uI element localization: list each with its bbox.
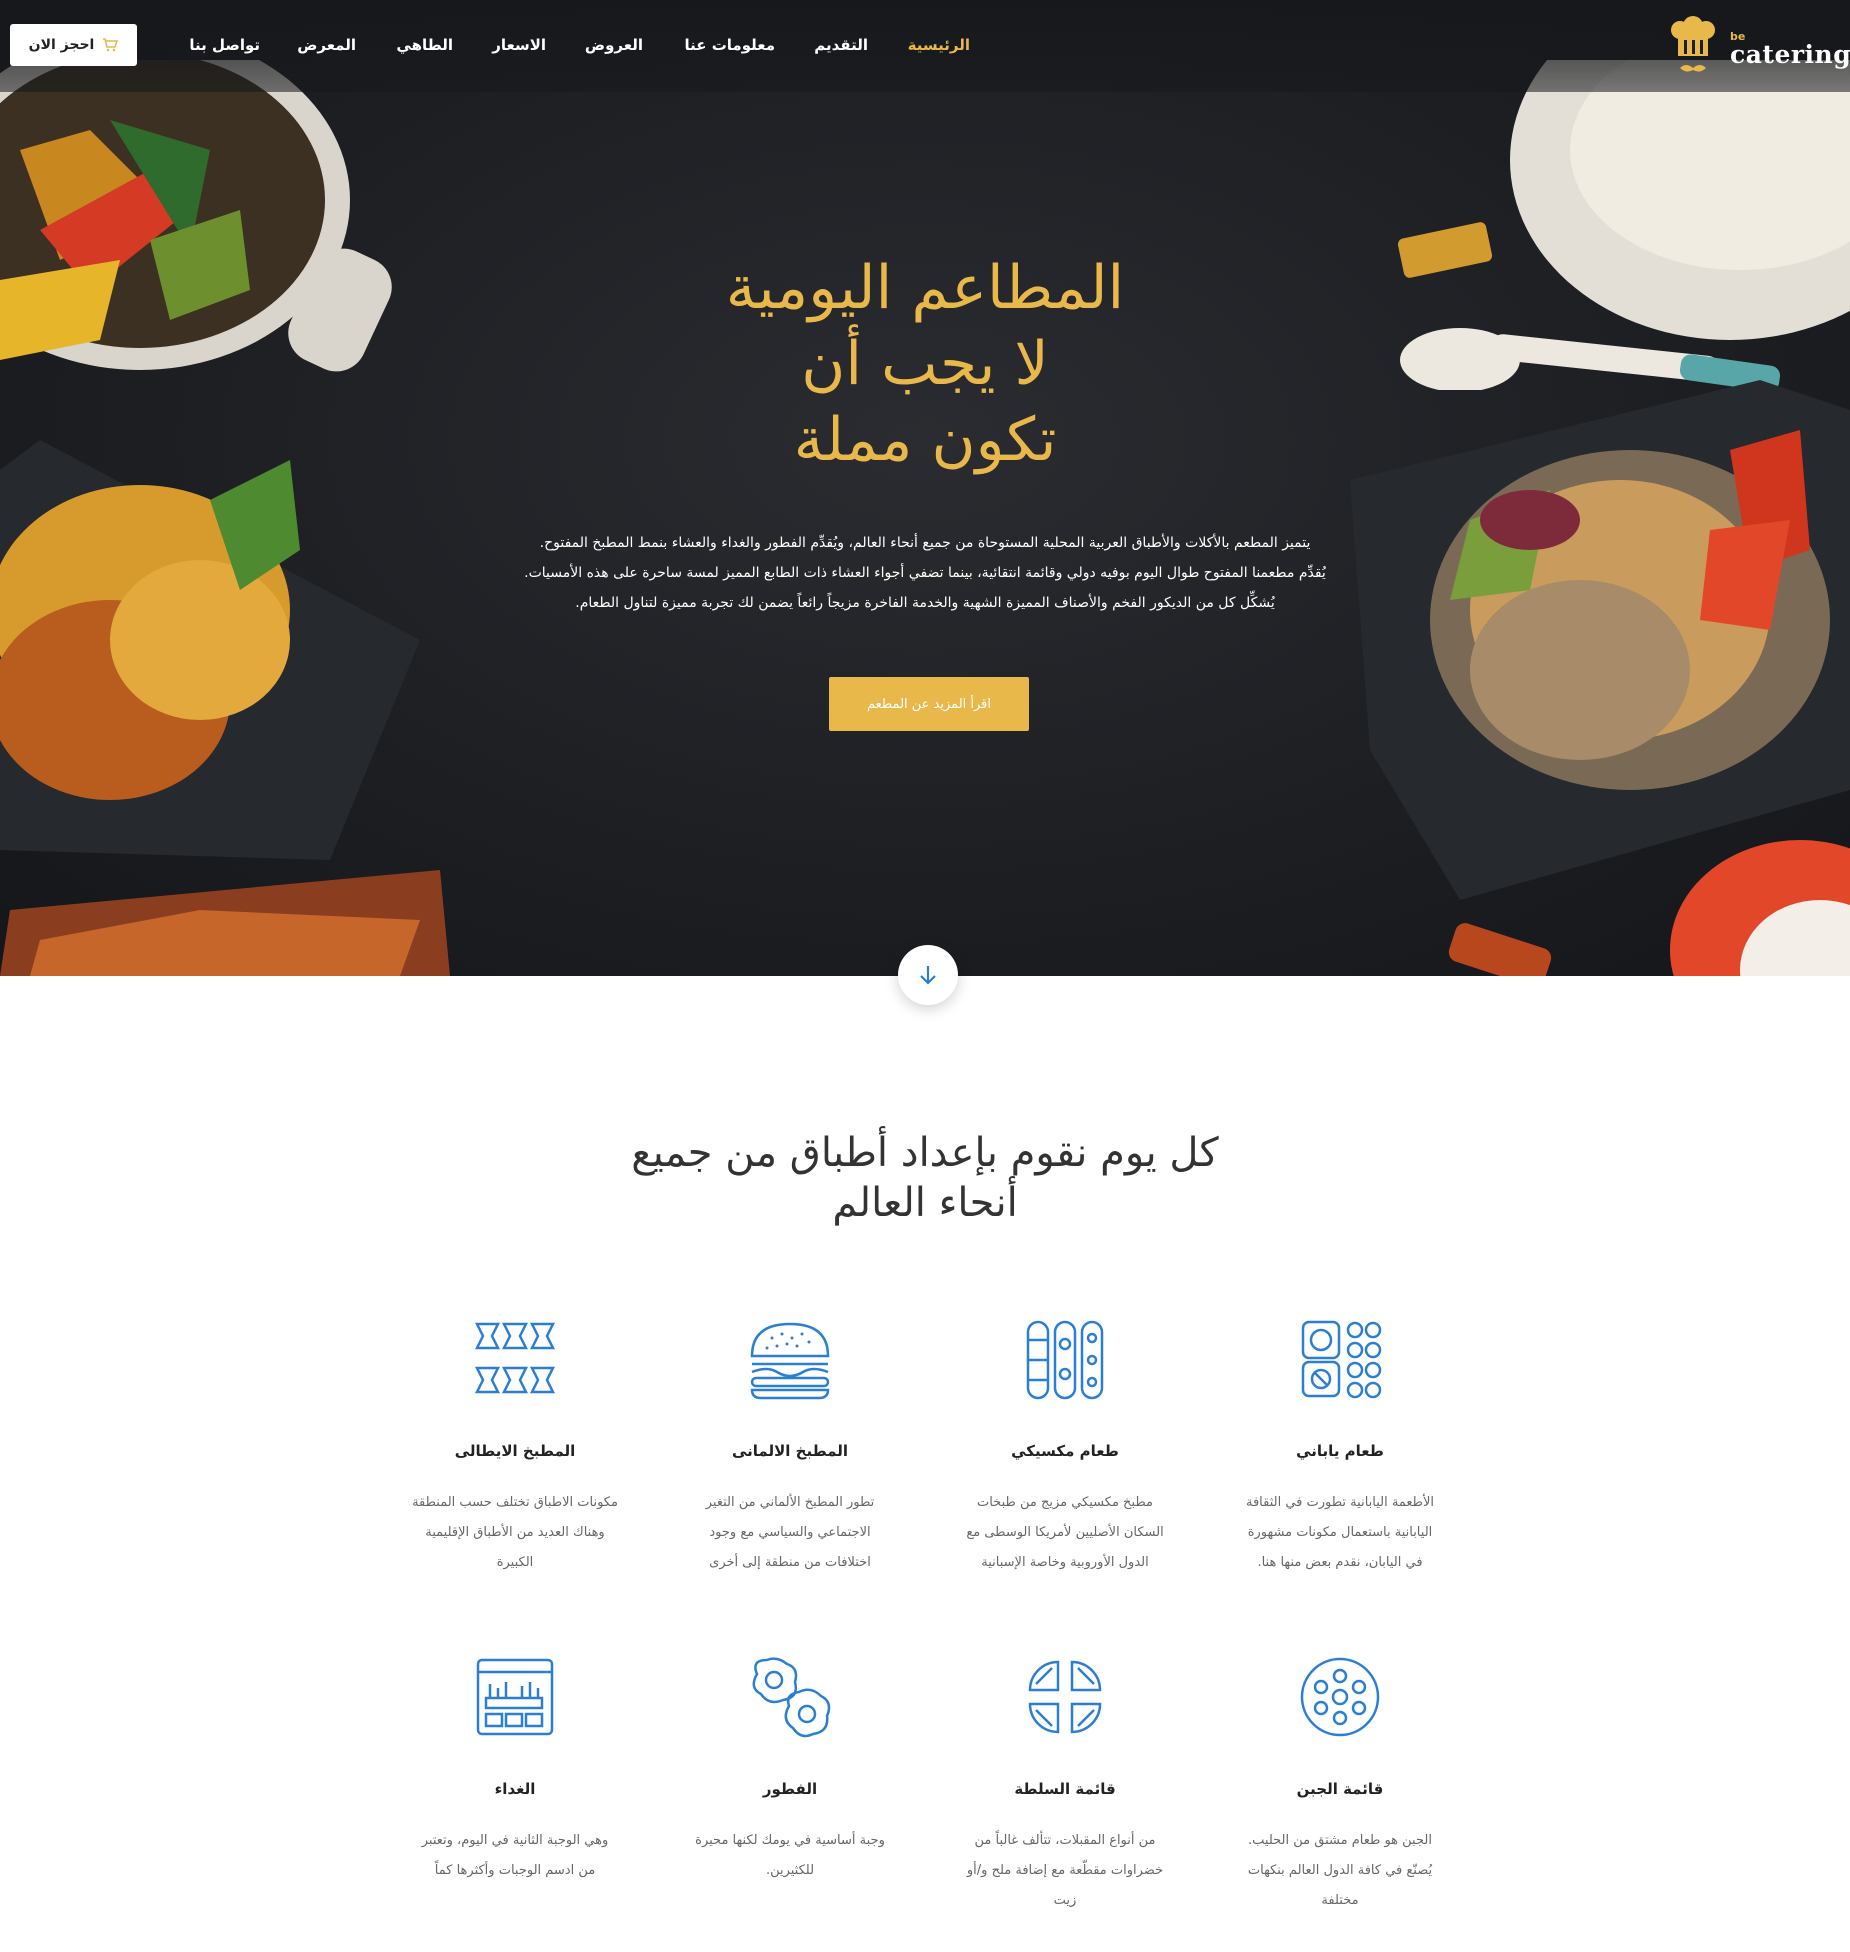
nav-home[interactable]: الرئيسية (908, 36, 970, 54)
hero-text-line: يُشكِّل كل من الديكور الفخم والأصناف الم… (575, 595, 1275, 611)
hero-text-line: يُقدِّم مطعمنا المفتوح طوال اليوم بوفيه … (524, 565, 1326, 581)
nav-prices[interactable]: الاسعار (492, 36, 546, 54)
card-desc-line: في اليابان، نقدم بعض منها هنا. (1257, 1555, 1423, 1570)
card-desc-line: الأطعمة اليابانية تطورت في الثقافة (1246, 1495, 1434, 1510)
menu-card-cheese: قائمة الجبن الجبن هو طعام مشتق من الحليب… (1220, 1654, 1460, 1916)
card-description: من أنواع المقبلات، تتألف غالباً من خضراو… (945, 1826, 1185, 1916)
section-title: كل يوم نقوم بإعداد أطباق من جميع أنحاء ا… (525, 1128, 1325, 1228)
eggs-icon (752, 1657, 831, 1738)
nav-offers[interactable]: العروض (585, 36, 643, 54)
food-image-top-left (0, 60, 392, 372)
nav-services[interactable]: التقديم (814, 36, 868, 54)
section-title-line: أنحاء العالم (832, 1180, 1018, 1226)
card-desc-line: مكونات الاطباق تختلف حسب المنطقة (412, 1495, 618, 1510)
card-title: قائمة الجبن (1296, 1780, 1384, 1798)
hero-title: المطاعم اليومية لا يجب أن تكون مملة (525, 250, 1325, 478)
card-title: الغداء (494, 1780, 536, 1798)
card-desc-line: مطبخ مكسيكي مزيج من طبخات (976, 1495, 1153, 1510)
nav-chef[interactable]: الطاهي (396, 36, 453, 54)
card-desc-line: وهي الوجبة الثانية في اليوم، وتعتبر (421, 1833, 609, 1848)
nav-about[interactable]: معلومات عنا (685, 36, 776, 54)
card-description: مطبخ مكسيكي مزيج من طبخات السكان الأصليي… (945, 1488, 1185, 1578)
card-desc-line: الجبن هو طعام مشتق من الحليب. (1248, 1833, 1432, 1848)
card-description: وجبة أساسية في يومك لكنها محيرة للكثيرين… (670, 1826, 910, 1886)
sushi-icon (1301, 1320, 1382, 1399)
card-title: طعام ياباني (1296, 1442, 1384, 1460)
card-title: المطبخ الايطالى (454, 1442, 576, 1460)
card-desc-line: وهناك العديد من الأطباق الإقليمية (425, 1525, 605, 1540)
card-title: الفطور (762, 1780, 818, 1798)
card-desc-line: الاجتماعي والسياسي مع وجود (709, 1525, 871, 1540)
card-title: المطبخ الالمانى (731, 1442, 849, 1460)
hero-title-line: لا يجب أن (801, 329, 1049, 399)
card-description: الأطعمة اليابانية تطورت في الثقافة الياب… (1220, 1488, 1460, 1578)
book-now-label: احجز الان (28, 37, 95, 53)
arrow-down-icon (920, 966, 936, 985)
logo-brand-text: catering (1730, 40, 1850, 69)
salad-icon (1028, 1660, 1102, 1734)
hero-section: be catering الرئيسية التقديم معلومات عنا… (0, 0, 1850, 976)
card-desc-line: زيت (1053, 1893, 1077, 1908)
card-desc-line: اليابانية باستعمال مكونات مشهورة (1247, 1525, 1433, 1540)
food-image-bottom-right (1350, 380, 1850, 976)
cuisine-card-italian: المطبخ الايطالى مكونات الاطباق تختلف حسب… (395, 1316, 635, 1578)
cuisine-card-japanese: طعام ياباني الأطعمة اليابانية تطورت في ا… (1220, 1316, 1460, 1578)
brand-logo[interactable]: be catering (1670, 14, 1850, 80)
burger-icon (750, 1322, 830, 1400)
card-title: قائمة السلطة (1014, 1780, 1116, 1798)
lunch-box-icon (476, 1658, 554, 1736)
card-description: مكونات الاطباق تختلف حسب المنطقة وهناك ا… (395, 1488, 635, 1578)
menu-card-breakfast: الفطور وجبة أساسية في يومك لكنها محيرة ل… (670, 1654, 910, 1886)
hero-title-line: المطاعم اليومية (725, 253, 1125, 323)
card-desc-line: وجبة أساسية في يومك لكنها محيرة (695, 1833, 885, 1848)
nav-gallery[interactable]: المعرض (297, 36, 356, 54)
hero-description: يتميز المطعم بالأكلات والأطباق العربية ا… (490, 528, 1360, 618)
cart-icon (103, 38, 119, 52)
card-desc-line: خضراوات مقطّعة مع إضافة ملح و/أو (966, 1863, 1164, 1878)
hero-title-line: تكون مملة (793, 405, 1057, 475)
pasta-icon (474, 1322, 556, 1394)
scroll-down-button[interactable] (898, 945, 958, 1005)
skewers-icon (1026, 1320, 1104, 1400)
card-description: الجبن هو طعام مشتق من الحليب. يُصنّع في … (1220, 1826, 1460, 1916)
cuisine-card-german: المطبخ الالمانى تطور المطبخ الألماني من … (670, 1316, 910, 1578)
card-description: وهي الوجبة الثانية في اليوم، وتعتبر من ا… (395, 1826, 635, 1886)
nav-contact[interactable]: تواصل بنا (189, 36, 260, 54)
card-desc-line: من أنواع المقبلات، تتألف غالباً من (974, 1833, 1156, 1848)
section-title-line: كل يوم نقوم بإعداد أطباق من جميع (631, 1130, 1219, 1176)
card-description: تطور المطبخ الألماني من التغير الاجتماعي… (670, 1488, 910, 1578)
card-title: طعام مكسيكي (1011, 1442, 1119, 1460)
menu-card-lunch: الغداء وهي الوجبة الثانية في اليوم، وتعت… (395, 1654, 635, 1886)
cheese-icon (1300, 1657, 1380, 1737)
read-more-button[interactable]: اقرأ المزيد عن المطعم (829, 677, 1029, 731)
food-image-bottom-left (0, 440, 450, 976)
menu-card-salad: قائمة السلطة من أنواع المقبلات، تتألف غا… (945, 1654, 1185, 1916)
card-desc-line: الدول الأوروبية وخاصة الإسبانية (981, 1555, 1149, 1570)
book-now-button[interactable]: احجز الان (10, 24, 137, 66)
food-image-top-right (1397, 60, 1850, 390)
card-desc-line: من ادسم الوجبات وأكثرها كماً (434, 1863, 596, 1878)
card-desc-line: يُصنّع في كافة الدول العالم بنكهات (1247, 1863, 1433, 1878)
card-desc-line: تطور المطبخ الألماني من التغير (705, 1495, 875, 1510)
card-desc-line: اختلافات من منطقة إلى أخرى (709, 1555, 871, 1570)
hero-text-line: يتميز المطعم بالأكلات والأطباق العربية ا… (539, 535, 1311, 551)
card-desc-line: للكثيرين. (765, 1863, 815, 1878)
top-navbar: be catering الرئيسية التقديم معلومات عنا… (0, 0, 1850, 92)
card-desc-line: السكان الأصليين لأمريكا الوسطى مع (966, 1525, 1164, 1540)
card-desc-line: مختلفة (1321, 1893, 1359, 1908)
chef-hat-icon (1671, 16, 1715, 72)
cuisine-card-mexican: طعام مكسيكي مطبخ مكسيكي مزيج من طبخات ال… (945, 1316, 1185, 1578)
card-desc-line: الكبيرة (496, 1555, 534, 1570)
